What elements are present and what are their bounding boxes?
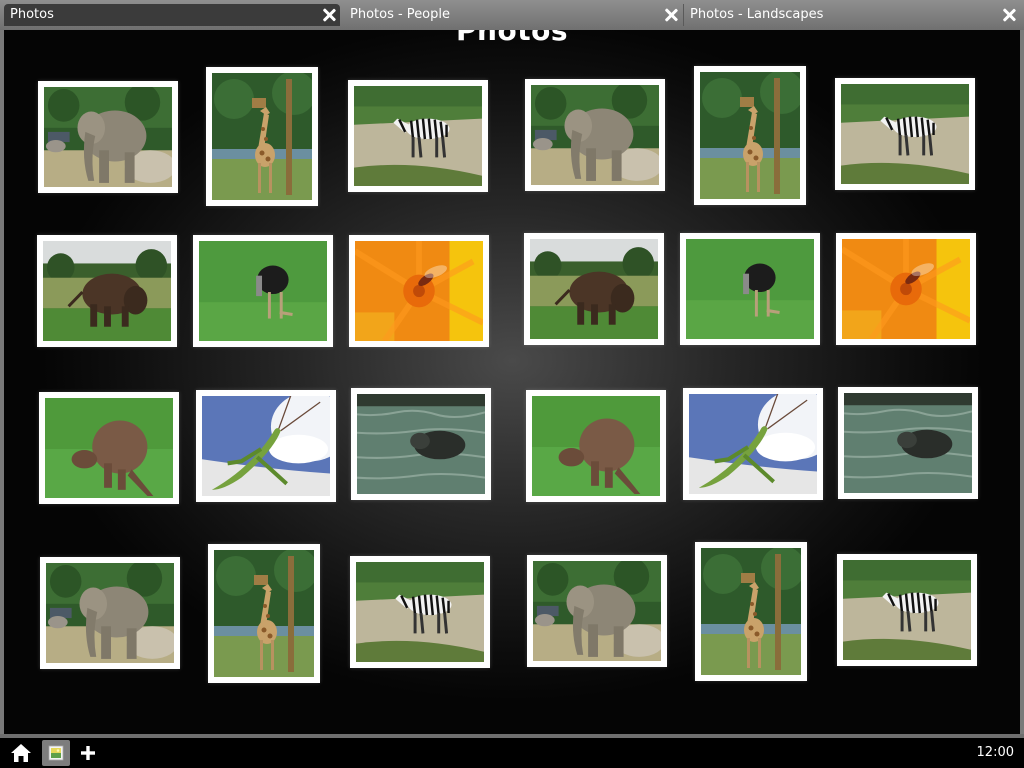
photo-giraffe[interactable] xyxy=(695,542,807,681)
photo-wallaby[interactable] xyxy=(526,390,666,502)
photo-zebra[interactable] xyxy=(350,556,490,668)
photo-elephant[interactable] xyxy=(40,557,180,669)
screen: { "tabs": [ {"label": "Photos", "active"… xyxy=(0,0,1024,768)
photo-ostrich[interactable] xyxy=(193,235,333,347)
photo-giraffe[interactable] xyxy=(694,66,806,205)
photo-giraffe[interactable] xyxy=(208,544,320,683)
window-frame-right xyxy=(1020,30,1024,736)
photo-elephant[interactable] xyxy=(527,555,667,667)
tab-label: Photos - Landscapes xyxy=(690,7,824,22)
photo-hippo[interactable] xyxy=(838,387,978,499)
tab-photos-landscapes[interactable]: Photos - Landscapes xyxy=(684,4,1020,26)
photo-mantis[interactable] xyxy=(683,388,823,500)
photo-giraffe[interactable] xyxy=(206,67,318,206)
tab-label: Photos - People xyxy=(350,7,451,22)
tab-photos-people[interactable]: Photos - People xyxy=(344,4,682,26)
photo-ostrich[interactable] xyxy=(680,233,820,345)
photo-flower[interactable] xyxy=(349,235,489,347)
close-icon[interactable] xyxy=(664,8,678,22)
photo-elephant[interactable] xyxy=(38,81,178,193)
photo-gallery: Photos xyxy=(4,30,1020,734)
tab-bar: Photos Photos - People Photos - Landscap… xyxy=(0,0,1024,30)
tab-photos[interactable]: Photos xyxy=(4,4,340,26)
photo-flower[interactable] xyxy=(836,233,976,345)
photo-elephant[interactable] xyxy=(525,79,665,191)
close-icon[interactable] xyxy=(322,8,336,22)
photo-zebra[interactable] xyxy=(348,80,488,192)
photos-app-icon[interactable] xyxy=(42,740,70,766)
photo-mantis[interactable] xyxy=(196,390,336,502)
close-icon[interactable] xyxy=(1002,8,1016,22)
photo-zebra[interactable] xyxy=(835,78,975,190)
clock: 12:00 xyxy=(976,745,1014,760)
home-icon[interactable] xyxy=(7,740,35,766)
photo-hippo[interactable] xyxy=(351,388,491,500)
plus-icon[interactable] xyxy=(74,740,102,766)
photo-bison[interactable] xyxy=(37,235,177,347)
photo-bison[interactable] xyxy=(524,233,664,345)
photo-wallaby[interactable] xyxy=(39,392,179,504)
tab-label: Photos xyxy=(10,7,54,22)
photo-zebra[interactable] xyxy=(837,554,977,666)
page-title: Photos xyxy=(456,30,568,47)
taskbar: 12:00 xyxy=(0,738,1024,768)
